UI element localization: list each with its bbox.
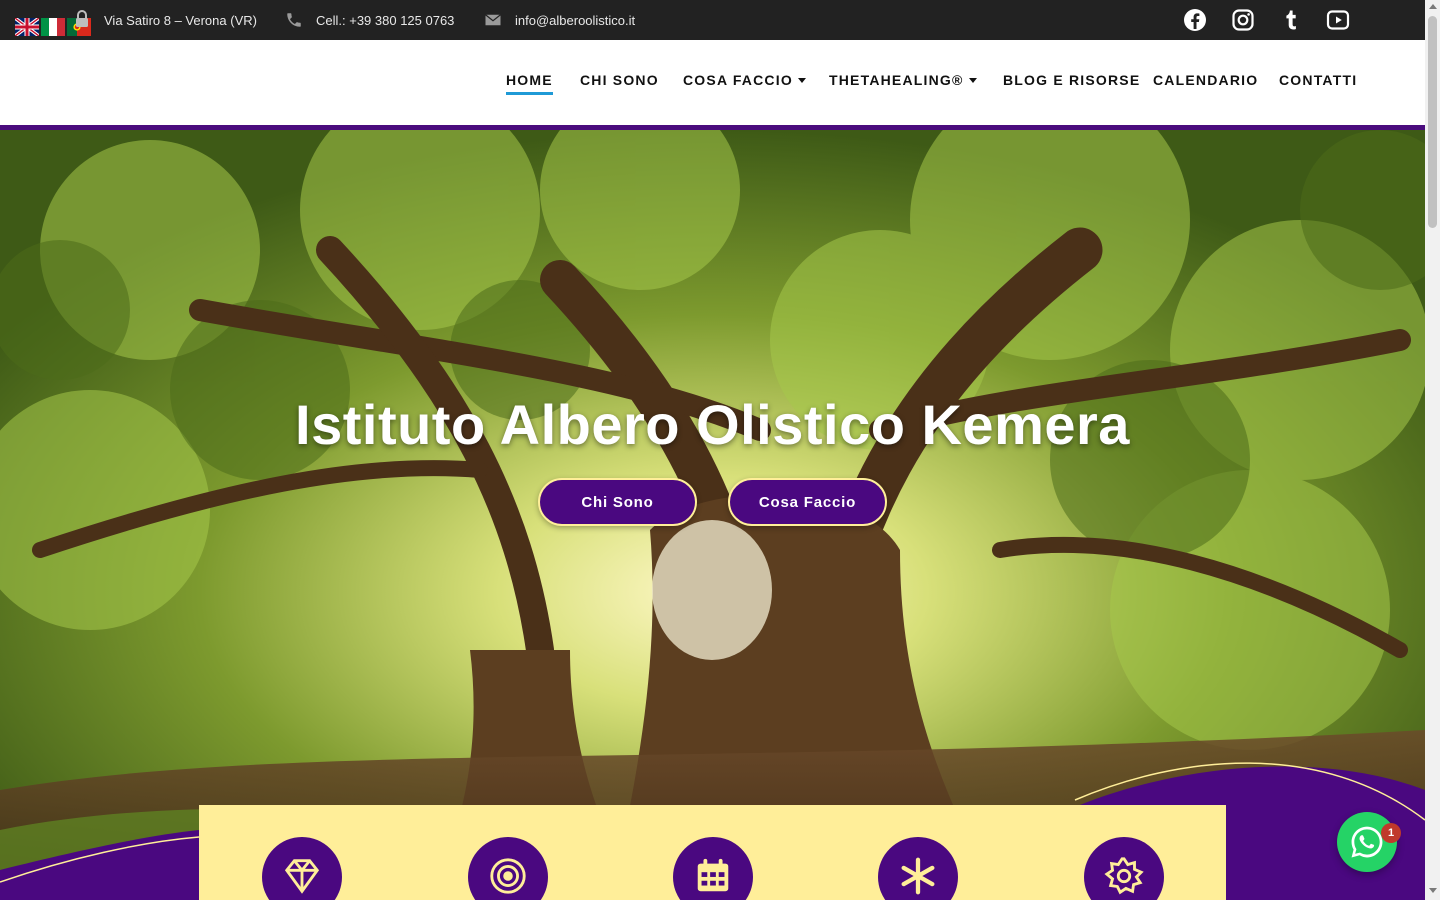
nav-calendario[interactable]: CALENDARIO (1153, 72, 1258, 88)
caret-down-icon (797, 78, 806, 83)
envelope-icon (485, 14, 501, 26)
nav-label: CALENDARIO (1153, 72, 1259, 88)
instagram-icon (1232, 9, 1254, 31)
hero-title: Istituto Albero Olistico Kemera (295, 393, 1130, 456)
nav-label: THETAHEALING® (829, 72, 964, 88)
features-panel (199, 805, 1226, 900)
instagram-link[interactable] (1231, 8, 1255, 32)
feature-target[interactable] (468, 837, 548, 900)
youtube-link[interactable] (1326, 8, 1350, 32)
tumblr-icon (1286, 10, 1296, 30)
notification-badge: 1 (1381, 823, 1401, 843)
email-info[interactable]: info@alberoolistico.it (483, 0, 635, 40)
hero-section: Istituto Albero Olistico Kemera Chi Sono… (0, 130, 1425, 900)
feature-diamond[interactable] (262, 837, 342, 900)
target-icon (490, 858, 526, 894)
facebook-icon (1184, 9, 1206, 31)
cosa-faccio-button[interactable]: Cosa Faccio (728, 478, 887, 526)
nav-label: CHI SONO (580, 72, 659, 88)
page-scrollbar[interactable] (1425, 0, 1440, 900)
feature-asterisk[interactable] (878, 837, 958, 900)
top-bar: Via Satiro 8 – Verona (VR) Cell.: +39 38… (0, 0, 1425, 40)
scroll-thumb[interactable] (1428, 16, 1437, 228)
nav-cosa-faccio[interactable]: COSA FACCIO (683, 72, 806, 88)
nav-label: HOME (506, 72, 553, 88)
flag-uk-icon[interactable] (15, 18, 39, 36)
tumblr-link[interactable] (1279, 8, 1303, 32)
feature-calendar[interactable] (673, 837, 753, 900)
tree-background-image (0, 130, 1425, 900)
phone-text: Cell.: +39 380 125 0763 (316, 12, 455, 28)
flag-italy-icon[interactable] (41, 18, 65, 36)
asterisk-icon (901, 857, 935, 895)
phone-icon (287, 13, 301, 27)
chi-sono-button[interactable]: Chi Sono (538, 478, 697, 526)
nav-home[interactable]: HOME (506, 72, 553, 95)
whatsapp-icon (1351, 826, 1383, 858)
feature-gear[interactable] (1084, 837, 1164, 900)
address-text: Via Satiro 8 – Verona (VR) (104, 12, 257, 28)
address-info: Via Satiro 8 – Verona (VR) (104, 0, 257, 40)
facebook-link[interactable] (1183, 8, 1207, 32)
nav-label: BLOG E RISORSE (1003, 72, 1141, 88)
diamond-icon (284, 859, 320, 894)
caret-down-icon (968, 78, 977, 83)
lock-icon (76, 10, 88, 27)
nav-thetahealing[interactable]: THETAHEALING® (829, 72, 977, 88)
nav-chi-sono[interactable]: CHI SONO (580, 72, 659, 88)
phone-info[interactable]: Cell.: +39 380 125 0763 (284, 0, 454, 40)
scroll-down-arrow-icon[interactable] (1429, 888, 1437, 893)
nav-contatti[interactable]: CONTATTI (1279, 72, 1357, 88)
gear-icon (1104, 857, 1144, 895)
site-header: HOME CHI SONO COSA FACCIO THETAHEALING® … (0, 40, 1425, 125)
youtube-icon (1326, 10, 1350, 30)
nav-blog-e-risorse[interactable]: BLOG E RISORSE (1003, 72, 1140, 88)
calendar-icon (697, 858, 729, 892)
scroll-up-arrow-icon[interactable] (1429, 4, 1437, 9)
nav-label: COSA FACCIO (683, 72, 793, 88)
nav-label: CONTATTI (1279, 72, 1358, 88)
email-text: info@alberoolistico.it (515, 12, 636, 28)
